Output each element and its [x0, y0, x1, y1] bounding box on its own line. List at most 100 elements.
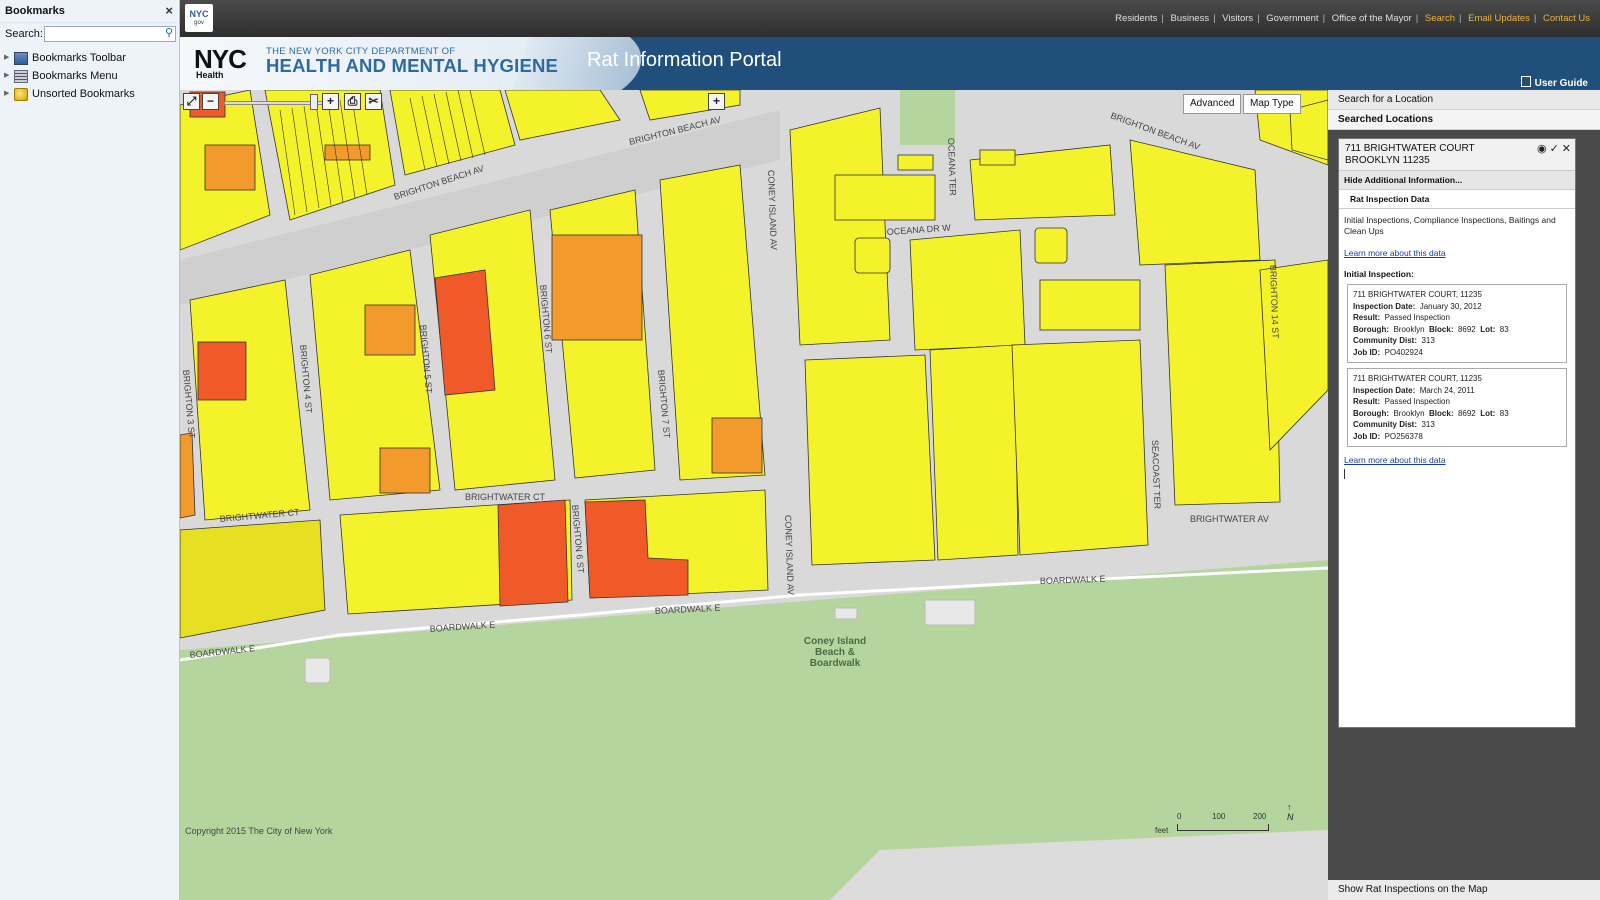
learn-more-link-2[interactable]: Learn more about this data	[1339, 455, 1575, 465]
unsorted-folder-icon	[14, 87, 28, 101]
street-label-boardwalk-e-4: BOARDWALK E	[1040, 574, 1106, 586]
nav-contact-us[interactable]: Contact Us	[1543, 13, 1590, 24]
nav-government[interactable]: Government	[1266, 13, 1318, 24]
bookmark-item-unsorted[interactable]: ▶ Unsorted Bookmarks	[0, 85, 179, 103]
parcel	[789, 107, 891, 346]
zoom-out-button[interactable]: −	[202, 93, 219, 110]
beach-label: Coney Island Beach & Boardwalk	[795, 636, 875, 669]
user-guide-label: User Guide	[1534, 78, 1588, 89]
expand-arrow-icon[interactable]: ▶	[4, 49, 14, 67]
bookmark-item-label: Bookmarks Toolbar	[32, 52, 126, 64]
advanced-button[interactable]: Advanced	[1183, 94, 1242, 114]
inspection-block: 8692	[1457, 408, 1476, 418]
beach-structure	[304, 657, 331, 684]
learn-more-link[interactable]: Learn more about this data	[1339, 248, 1575, 258]
street-label-brightwater-ct-2: BRIGHTWATER CT	[465, 492, 545, 502]
parcel-active	[197, 341, 247, 401]
parcel	[1034, 227, 1068, 264]
map-view[interactable]: BRIGHTON BEACH AV BRIGHTON BEACH AV BRIG…	[180, 90, 1328, 900]
print-icon[interactable]: ⎙	[344, 93, 361, 110]
field-label: Inspection Date:	[1353, 385, 1416, 395]
nav-email-updates[interactable]: Email Updates	[1468, 13, 1530, 24]
field-label: Inspection Date:	[1353, 301, 1416, 311]
dept-line-2: HEALTH AND MENTAL HYGIENE	[266, 55, 559, 76]
search-location-tab[interactable]: Search for a Location	[1328, 90, 1600, 110]
map-canvas[interactable]: BRIGHTON BEACH AV BRIGHTON BEACH AV BRIG…	[180, 90, 1328, 900]
bookmarks-list: ▶ Bookmarks Toolbar ▶ Bookmarks Menu ▶ U…	[0, 49, 179, 103]
hide-info-button[interactable]: Hide Additional Information...	[1339, 171, 1575, 190]
parcel-moderate	[711, 417, 763, 474]
street-label-brightwater-av: BRIGHTWATER AV	[1190, 514, 1269, 524]
field-label: Lot:	[1480, 408, 1496, 418]
inspection-result: Passed Inspection	[1384, 313, 1450, 322]
zoom-slider-handle[interactable]	[310, 94, 318, 110]
bookmarks-search-input[interactable]: ⚲	[44, 26, 176, 42]
copyright-text: Copyright 2015 The City of New York	[185, 826, 333, 836]
search-icon[interactable]: ⚲	[165, 26, 173, 39]
nav-office-of-the-mayor[interactable]: Office of the Mayor	[1332, 13, 1412, 24]
inspection-record: 711 BRIGHTWATER COURT, 11235 Inspection …	[1347, 284, 1567, 363]
location-address: 711 BRIGHTWATER COURT BROOKLYN 11235 ◉ ✓ ✕	[1339, 139, 1575, 171]
inspection-lot: 83	[1499, 408, 1509, 418]
initial-inspection-heading: Initial Inspection:	[1344, 269, 1414, 279]
zoom-in-button[interactable]: +	[322, 93, 339, 110]
show-inspections-button[interactable]: Show Rat Inspections on the Map	[1328, 880, 1600, 900]
nav-business[interactable]: Business	[1171, 13, 1210, 24]
field-label: Block:	[1429, 324, 1454, 334]
bookmark-item-menu[interactable]: ▶ Bookmarks Menu	[0, 67, 179, 85]
map-type-button[interactable]: Map Type	[1243, 94, 1301, 114]
scale-unit: feet	[1155, 826, 1169, 835]
bookmark-item-label: Unsorted Bookmarks	[32, 88, 135, 100]
nav-residents[interactable]: Residents	[1115, 13, 1157, 24]
beach-label-line: Coney Island	[803, 636, 867, 647]
street-label-oceana-ter: OCEANA TER	[946, 138, 958, 197]
data-description: Initial Inspections, Compliance Inspecti…	[1344, 215, 1556, 236]
nav-visitors[interactable]: Visitors	[1222, 13, 1253, 24]
field-label: Community Dist:	[1353, 336, 1417, 345]
page-title: Rat Information Portal	[587, 49, 782, 71]
field-label: Borough:	[1353, 324, 1389, 334]
inspection-address: 711 BRIGHTWATER COURT, 11235	[1353, 290, 1482, 299]
toolbar-folder-icon	[14, 51, 28, 65]
measure-icon[interactable]: ✂	[365, 93, 382, 110]
field-label: Community Dist:	[1353, 420, 1417, 429]
bookmark-item-toolbar[interactable]: ▶ Bookmarks Toolbar	[0, 49, 179, 67]
text-caret	[1344, 469, 1345, 479]
parcel	[854, 237, 891, 274]
expand-arrow-icon[interactable]: ▶	[4, 85, 14, 103]
parcel-moderate	[204, 144, 256, 191]
binoculars-icon[interactable]: ◉	[1537, 143, 1547, 155]
bookmark-item-label: Bookmarks Menu	[32, 70, 118, 82]
inspection-result: Passed Inspection	[1384, 397, 1450, 406]
inspection-borough: Brooklyn	[1393, 324, 1425, 334]
bookmarks-header: Bookmarks ×	[0, 0, 179, 23]
street-label-boardwalk-e-3: BOARDWALK E	[655, 603, 721, 616]
parcel-active	[434, 269, 496, 396]
inspection-borough: Brooklyn	[1393, 408, 1425, 418]
inspection-block: 8692	[1457, 324, 1476, 334]
parcel-moderate	[364, 304, 416, 356]
inspection-job-id: PO256378	[1384, 431, 1423, 441]
north-arrow-icon: ↑ N	[1287, 802, 1294, 822]
add-icon[interactable]: +	[708, 93, 725, 110]
nyc-gov-logo[interactable]: NYC gov	[185, 4, 213, 32]
close-icon[interactable]: ×	[165, 0, 173, 22]
logo-subtext: gov	[194, 20, 204, 26]
health-logo-text: Health	[196, 70, 224, 80]
parcel	[929, 344, 1019, 561]
fullscreen-button[interactable]: ⤢	[183, 93, 200, 110]
nav-search[interactable]: Search	[1425, 13, 1455, 24]
user-guide-link[interactable]: User Guide	[1520, 76, 1588, 89]
scale-tick: 200	[1253, 812, 1267, 821]
top-nav-links: Residents | Business | Visitors | Governmen…	[1115, 13, 1590, 24]
field-label: Job ID:	[1353, 431, 1381, 441]
inspection-record: 711 BRIGHTWATER COURT, 11235 Inspection …	[1347, 368, 1567, 447]
menu-folder-icon	[14, 69, 28, 83]
inspection-date: March 24, 2011	[1419, 385, 1475, 395]
searched-locations-tab[interactable]: Searched Locations	[1328, 110, 1600, 130]
expand-arrow-icon[interactable]: ▶	[4, 67, 14, 85]
inspection-community-dist: 313	[1421, 336, 1435, 345]
close-icon[interactable]: ✕	[1562, 143, 1571, 155]
checkmark-icon[interactable]: ✓	[1550, 143, 1559, 155]
parcel	[1039, 279, 1141, 331]
